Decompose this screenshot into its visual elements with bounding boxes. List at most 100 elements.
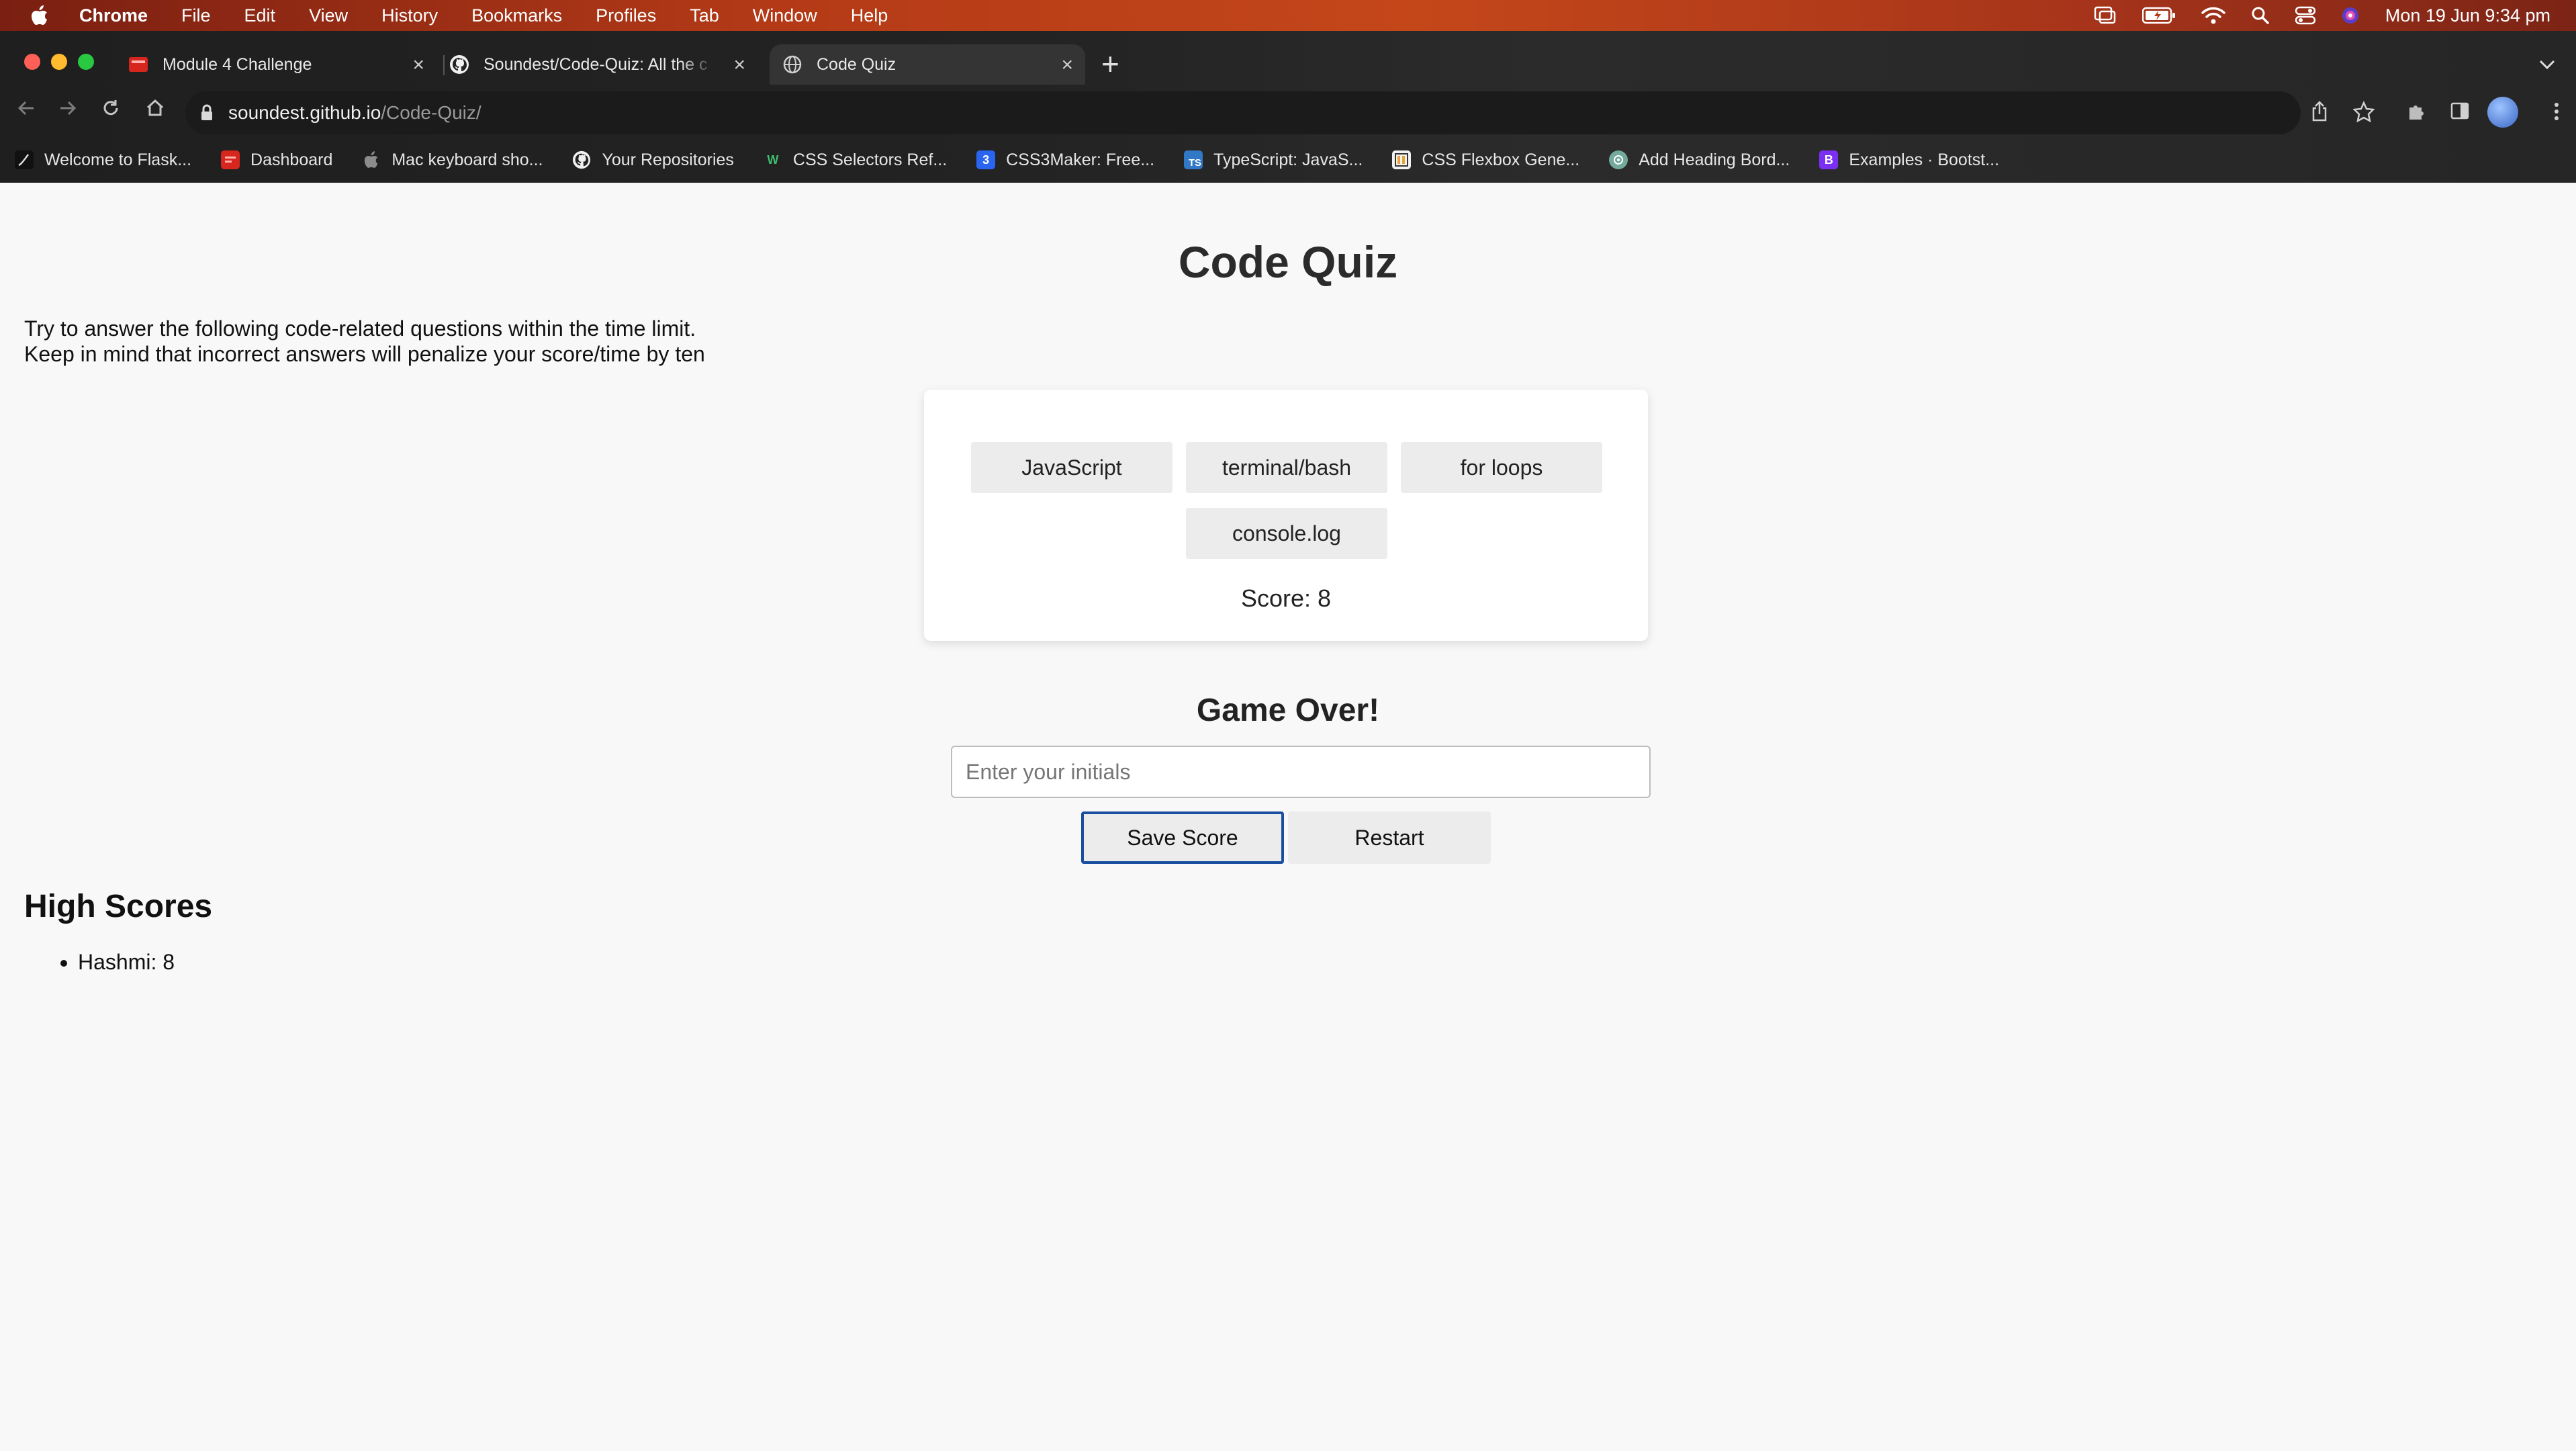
bookmark-css-flexbox[interactable]: CSS Flexbox Gene... bbox=[1392, 150, 1579, 170]
bookmark-add-heading-border[interactable]: Add Heading Bord... bbox=[1609, 150, 1790, 170]
spotlight-search-icon[interactable] bbox=[2251, 6, 2270, 25]
side-panel-icon[interactable] bbox=[2450, 101, 2470, 126]
browser-window-frame: Module 4 Challenge × Soundest/Code-Quiz:… bbox=[0, 31, 2576, 183]
answer-choice-terminal-bash[interactable]: terminal/bash bbox=[1186, 442, 1387, 493]
ts-icon: TS bbox=[1184, 150, 1203, 169]
high-scores-list: Hashmi: 8 bbox=[24, 950, 175, 975]
tab-title: Code Quiz bbox=[817, 54, 896, 74]
high-scores-heading: High Scores bbox=[24, 889, 213, 924]
close-tab-icon[interactable]: × bbox=[733, 54, 745, 77]
kebab-menu-icon[interactable] bbox=[2553, 101, 2560, 128]
save-score-button[interactable]: Save Score bbox=[1081, 811, 1284, 864]
tab-title: Soundest/Code-Quiz: All the c bbox=[484, 54, 708, 74]
reload-icon[interactable] bbox=[101, 98, 121, 124]
bookmarks-bar: Welcome to Flask... Dashboard Mac keyboa… bbox=[0, 140, 2576, 180]
tab-github-code-quiz[interactable]: Soundest/Code-Quiz: All the c × bbox=[449, 44, 757, 85]
forward-arrow-icon[interactable] bbox=[58, 98, 78, 124]
minimize-window-button[interactable] bbox=[51, 54, 67, 70]
address-bar[interactable]: soundest.github.io/Code-Quiz/ bbox=[185, 91, 2301, 134]
bookmark-your-repositories[interactable]: Your Repositories bbox=[572, 150, 734, 170]
tab-separator bbox=[443, 55, 445, 75]
home-icon[interactable] bbox=[145, 98, 165, 124]
url-domain: soundest.github.io bbox=[228, 102, 381, 123]
quiz-instructions: Try to answer the following code-related… bbox=[24, 316, 705, 367]
score-display: Score: 8 bbox=[1240, 584, 1332, 612]
red-app-icon bbox=[128, 54, 149, 75]
bookmark-css-selectors[interactable]: W CSS Selectors Ref... bbox=[764, 150, 947, 170]
bookmark-css3maker[interactable]: 3 CSS3Maker: Free... bbox=[976, 150, 1154, 170]
tab-module-4-challenge[interactable]: Module 4 Challenge × bbox=[128, 44, 436, 85]
bookmark-label: Your Repositories bbox=[602, 150, 734, 169]
menubar-clock[interactable]: Mon 19 Jun 9:34 pm bbox=[2385, 5, 2550, 26]
menu-bookmarks[interactable]: Bookmarks bbox=[471, 5, 562, 26]
instructions-line-2: Keep in mind that incorrect answers will… bbox=[24, 342, 705, 366]
github-icon bbox=[572, 150, 591, 169]
siri-icon[interactable] bbox=[2341, 6, 2360, 25]
extensions-puzzle-icon[interactable] bbox=[2405, 101, 2427, 128]
url-path: /Code-Quiz/ bbox=[381, 102, 481, 123]
bookmark-mac-keyboard[interactable]: Mac keyboard sho... bbox=[362, 150, 543, 170]
globe-icon bbox=[782, 54, 803, 75]
control-center-icon[interactable] bbox=[2295, 6, 2315, 25]
question-card: JavaScript terminal/bash for loops conso… bbox=[924, 390, 1648, 641]
css3-icon: 3 bbox=[976, 150, 996, 169]
close-tab-icon[interactable]: × bbox=[1061, 54, 1073, 77]
bookmark-dashboard[interactable]: Dashboard bbox=[221, 150, 332, 170]
tab-title: Module 4 Challenge bbox=[163, 54, 312, 74]
dashboard-icon bbox=[221, 150, 240, 169]
bookmark-label: CSS Flexbox Gene... bbox=[1422, 150, 1580, 169]
lock-icon[interactable] bbox=[200, 104, 214, 122]
apple-icon bbox=[362, 150, 381, 169]
browser-toolbar: soundest.github.io/Code-Quiz/ bbox=[0, 87, 2576, 137]
menu-help[interactable]: Help bbox=[851, 5, 888, 26]
game-over-heading: Game Over! bbox=[1196, 693, 1380, 728]
apple-menu-icon[interactable] bbox=[23, 0, 56, 31]
page-title: Code Quiz bbox=[1178, 237, 1398, 287]
bookmark-label: Dashboard bbox=[250, 150, 333, 169]
flexbox-icon bbox=[1392, 150, 1412, 169]
initials-input[interactable] bbox=[951, 746, 1651, 798]
close-tab-icon[interactable]: × bbox=[412, 54, 424, 77]
menu-app-chrome[interactable]: Chrome bbox=[79, 5, 148, 26]
answer-choice-javascript[interactable]: JavaScript bbox=[971, 442, 1172, 493]
zoom-window-button[interactable] bbox=[78, 54, 94, 70]
window-controls bbox=[24, 54, 105, 70]
instructions-line-1: Try to answer the following code-related… bbox=[24, 316, 696, 341]
bookmark-label: TypeScript: JavaS... bbox=[1213, 150, 1363, 169]
menu-window[interactable]: Window bbox=[753, 5, 817, 26]
bookmark-label: CSS3Maker: Free... bbox=[1006, 150, 1155, 169]
menu-history[interactable]: History bbox=[381, 5, 438, 26]
tab-search-chevron-icon[interactable] bbox=[2538, 54, 2556, 75]
battery-icon[interactable] bbox=[2142, 7, 2176, 24]
bookmark-label: Welcome to Flask... bbox=[44, 150, 192, 169]
bookmark-label: Add Heading Bord... bbox=[1639, 150, 1790, 169]
profile-avatar[interactable] bbox=[2487, 97, 2518, 128]
bookmark-typescript[interactable]: TS TypeScript: JavaS... bbox=[1184, 150, 1363, 170]
chatgpt-icon bbox=[1609, 150, 1628, 169]
answer-choice-for-loops[interactable]: for loops bbox=[1401, 442, 1602, 493]
flask-icon bbox=[15, 150, 34, 169]
restart-button[interactable]: Restart bbox=[1288, 811, 1491, 864]
close-window-button[interactable] bbox=[24, 54, 40, 70]
menubar-status-area: Mon 19 Jun 9:34 pm bbox=[2094, 0, 2576, 31]
menu-edit[interactable]: Edit bbox=[244, 5, 276, 26]
page-content: Code Quiz Try to answer the following co… bbox=[0, 183, 2576, 1451]
back-arrow-icon[interactable] bbox=[16, 98, 36, 124]
high-score-entry: Hashmi: 8 bbox=[78, 950, 175, 975]
menu-tab[interactable]: Tab bbox=[690, 5, 719, 26]
bookmark-label: CSS Selectors Ref... bbox=[792, 150, 948, 169]
menu-file[interactable]: File bbox=[181, 5, 211, 26]
bookmark-star-icon[interactable] bbox=[2352, 100, 2375, 128]
share-icon[interactable] bbox=[2310, 101, 2329, 128]
new-tab-icon[interactable]: + bbox=[1101, 48, 1119, 79]
github-icon bbox=[449, 54, 470, 75]
menu-profiles[interactable]: Profiles bbox=[596, 5, 656, 26]
screen-mirroring-icon[interactable] bbox=[2094, 6, 2117, 25]
answer-choice-console-log[interactable]: console.log bbox=[1186, 508, 1387, 559]
menu-view[interactable]: View bbox=[309, 5, 348, 26]
wifi-icon[interactable] bbox=[2201, 6, 2225, 25]
bookmark-bootstrap-examples[interactable]: B Examples · Bootst... bbox=[1819, 150, 1999, 170]
tab-code-quiz[interactable]: Code Quiz × bbox=[770, 44, 1085, 85]
bootstrap-icon: B bbox=[1819, 150, 1839, 169]
bookmark-flask[interactable]: Welcome to Flask... bbox=[15, 150, 191, 170]
